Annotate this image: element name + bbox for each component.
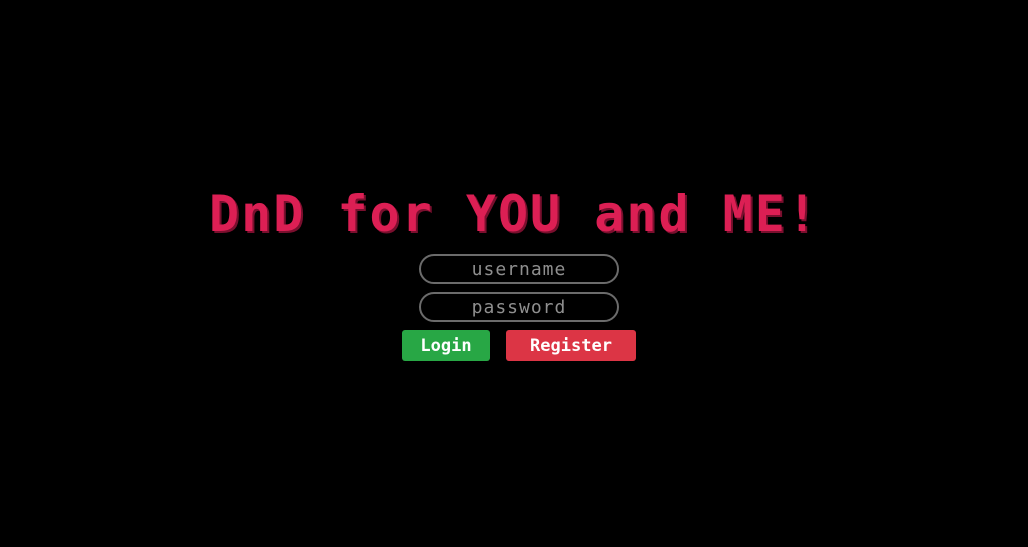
- password-input[interactable]: [419, 292, 619, 322]
- login-button[interactable]: Login: [402, 330, 490, 361]
- login-form: Login Register: [0, 254, 1028, 364]
- register-button[interactable]: Register: [506, 330, 636, 361]
- page-title: DnD for YOU and ME!: [209, 185, 819, 243]
- username-input[interactable]: [419, 254, 619, 284]
